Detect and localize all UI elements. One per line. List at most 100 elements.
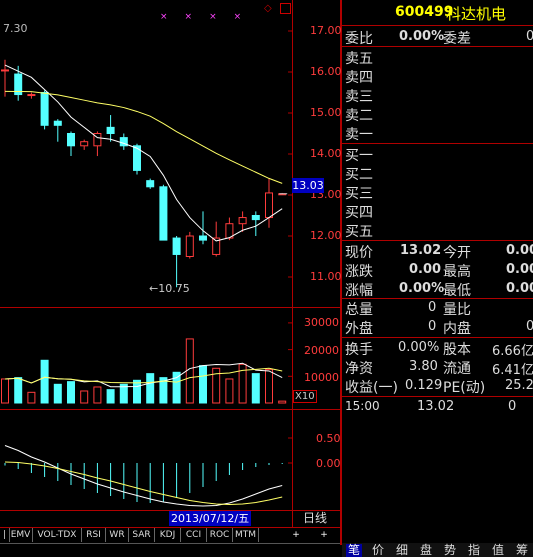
volume-label: 总量 (345, 302, 373, 318)
price-axis-label: 17.00 (310, 24, 342, 37)
candle-body (265, 192, 273, 219)
eps-label: 收益(一) (345, 380, 398, 396)
tab-price[interactable]: 价 (370, 544, 386, 557)
candle-body (27, 94, 36, 97)
tab-chips[interactable]: 筹 (514, 544, 530, 557)
candle-body (1, 69, 9, 72)
diamond-icon[interactable]: ◇ (264, 3, 272, 14)
sell-1-label: 卖一 (345, 127, 373, 143)
candle-body (106, 126, 115, 134)
divider (342, 337, 533, 338)
volume-bar (265, 369, 273, 404)
candle-body (53, 120, 62, 126)
volume-bar (14, 377, 23, 404)
volume-bar (93, 386, 102, 404)
price-axis-label: 14.00 (310, 147, 342, 160)
tab-rsi[interactable]: RSI (82, 528, 106, 542)
divider (342, 396, 533, 397)
price-axis-label: 16.00 (310, 65, 342, 78)
open-label: 今开 (443, 245, 471, 261)
panel-divider (0, 409, 340, 410)
volume-bar (199, 365, 207, 404)
volume-multiplier: X10 (293, 390, 317, 403)
axis-divider (292, 0, 293, 528)
capital-value: 6.66亿 (492, 344, 533, 359)
candlestick-chart[interactable] (0, 0, 292, 308)
candle-body (40, 92, 49, 126)
scroll-left-button[interactable]: + (290, 528, 302, 542)
capital-label: 股本 (443, 342, 471, 358)
tick-volume: 0 (508, 399, 517, 414)
candle-body (251, 215, 260, 221)
tab-roc[interactable]: ROC (207, 528, 233, 542)
price-axis-label: 12.00 (310, 229, 342, 242)
header-divider (342, 25, 533, 26)
tab-emv[interactable]: EMV (9, 528, 33, 542)
volume-bar (1, 378, 9, 404)
date-label: 2013/07/12/五 (169, 511, 252, 526)
price-value: 13.02 (400, 243, 442, 258)
turnover-value: 0.00% (398, 340, 440, 355)
candle-body (80, 141, 89, 147)
menu-box-icon[interactable] (280, 3, 291, 14)
volume-axis-label: 20000 (304, 344, 339, 357)
volume-ratio-label: 量比 (443, 302, 471, 318)
sell-4-label: 卖四 (345, 70, 373, 86)
tab-value[interactable]: 值 (490, 544, 506, 557)
tab-trend[interactable]: 势 (442, 544, 458, 557)
volume-bar (53, 383, 62, 404)
volume-chart[interactable] (0, 308, 292, 408)
tab-sar[interactable]: SAR (129, 528, 155, 542)
stock-name: 科达机电 (446, 5, 507, 23)
volume-bar (225, 378, 234, 404)
current-price-tag: 13.03 (292, 178, 324, 193)
tab-cci[interactable]: CCI (181, 528, 207, 542)
volume-bar (40, 359, 49, 404)
buy-1-label: 买一 (345, 148, 373, 164)
tab-index[interactable]: 指 (466, 544, 482, 557)
tick-time: 15:00 (345, 399, 380, 413)
low-annotation: ←10.75 (149, 282, 190, 295)
net-asset-value: 3.80 (409, 359, 438, 374)
scroll-right-button[interactable]: + (318, 528, 330, 542)
tab-vol-tdx[interactable]: VOL-TDX (33, 528, 82, 542)
tab-wr[interactable]: WR (106, 528, 129, 542)
price-label: 现价 (345, 245, 373, 261)
volume-bar (80, 390, 89, 404)
volume-bar (106, 389, 115, 404)
high-label: 最高 (443, 264, 471, 280)
divider (342, 143, 533, 144)
change-label: 涨跌 (345, 264, 373, 280)
indicator-chart[interactable] (0, 410, 292, 510)
price-axis-label: 11.00 (310, 270, 342, 283)
dea-line (4, 461, 283, 506)
dif-line (4, 445, 283, 507)
volume-value: 0 (428, 300, 437, 315)
period-label[interactable]: 日线 (303, 511, 327, 526)
tab-mtm[interactable]: MTM (233, 528, 259, 542)
tab-trades[interactable]: 笔 (346, 544, 362, 557)
sell-5-label: 卖五 (345, 51, 373, 67)
eps-value: 0.129 (405, 378, 443, 393)
buy-4-label: 买四 (345, 205, 373, 221)
turnover-label: 换手 (345, 342, 373, 358)
inner-label: 内盘 (443, 321, 471, 337)
low-label: 最低 (443, 283, 471, 299)
tab-bar-line (0, 543, 340, 544)
pe-label: PE(动) (443, 380, 486, 396)
volume-bar (67, 381, 75, 404)
tab-kdj[interactable]: KDJ (155, 528, 181, 542)
divider (342, 240, 533, 241)
candle-body (172, 237, 181, 255)
candle-body (199, 235, 207, 241)
candle-body (185, 235, 194, 257)
volume-axis-label: 10000 (304, 371, 339, 384)
weibi-label: 委比 (345, 31, 373, 47)
float-label: 流通 (443, 361, 471, 377)
pe-value: 25.2 (505, 378, 533, 393)
low-value: 0.00 (506, 281, 533, 296)
high-value: 0.00 (506, 262, 533, 277)
tab-book[interactable]: 盘 (418, 544, 434, 557)
tab-detail[interactable]: 细 (394, 544, 410, 557)
candle-body (238, 217, 247, 225)
